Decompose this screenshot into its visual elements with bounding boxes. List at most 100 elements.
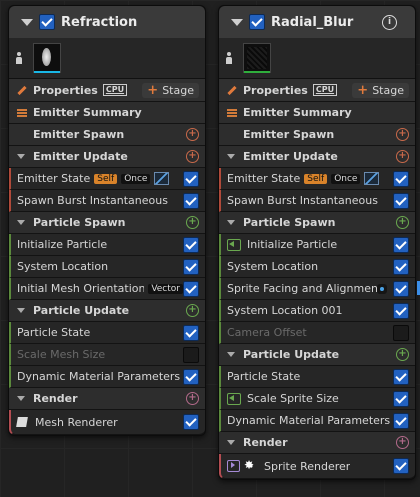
add-module-plus-icon[interactable]: + — [396, 348, 409, 361]
emitter-summary-row[interactable]: Emitter Summary — [219, 102, 415, 124]
module-enabled-checkbox[interactable] — [183, 258, 199, 275]
module-enabled-checkbox[interactable] — [393, 458, 409, 474]
module-scale-sprite-size[interactable]: Scale Sprite Size — [219, 388, 415, 410]
module-emitter-state[interactable]: Emitter State Self Once — [9, 168, 205, 190]
chevron-down-icon[interactable] — [227, 440, 235, 445]
add-stage-button[interactable]: + Stage — [142, 82, 199, 98]
add-module-plus-icon[interactable]: + — [186, 304, 199, 317]
module-enabled-checkbox[interactable] — [183, 414, 199, 430]
add-module-plus-icon[interactable]: + — [396, 128, 409, 141]
dot-icon[interactable] — [377, 283, 387, 294]
section-particle-update[interactable]: Particle Update + — [9, 300, 205, 322]
module-enabled-checkbox[interactable] — [393, 324, 409, 341]
emitter-enabled-checkbox[interactable] — [39, 14, 55, 30]
add-module-plus-icon[interactable]: + — [396, 150, 409, 163]
info-icon[interactable]: i — [382, 14, 397, 30]
module-initialize-particle[interactable]: Initialize Particle — [219, 234, 415, 256]
plus-icon: + — [357, 82, 369, 98]
module-enabled-checkbox[interactable] — [183, 280, 199, 297]
inherited-module-icon — [227, 392, 241, 405]
once-badge: Once — [121, 173, 151, 184]
chevron-down-icon[interactable] — [17, 308, 25, 313]
add-module-plus-icon[interactable]: + — [186, 150, 199, 163]
module-sprite-renderer[interactable]: Sprite Renderer — [219, 454, 415, 479]
section-render[interactable]: Render + — [219, 432, 415, 454]
module-enabled-checkbox[interactable] — [393, 412, 409, 429]
module-enabled-checkbox[interactable] — [393, 280, 409, 297]
module-dynamic-material-parameters[interactable]: Dynamic Material Parameters — [219, 410, 415, 432]
chevron-down-icon[interactable] — [227, 352, 235, 357]
chevron-down-icon[interactable] — [227, 154, 235, 159]
curve-icon — [154, 172, 170, 185]
emitter-node-refraction[interactable]: Refraction Properties CPU + Stage Emitter… — [8, 5, 206, 436]
module-enabled-checkbox[interactable] — [393, 258, 409, 275]
self-badge: Self — [94, 173, 118, 184]
emitter-thumbnail[interactable] — [33, 43, 61, 73]
module-system-location-001[interactable]: System Location 001 — [219, 300, 415, 322]
module-spawn-burst[interactable]: Spawn Burst Instantaneous — [9, 190, 205, 212]
module-enabled-checkbox[interactable] — [393, 192, 409, 209]
add-stage-button[interactable]: + Stage — [352, 82, 409, 98]
inherited-renderer-icon — [227, 460, 240, 472]
module-enabled-checkbox[interactable] — [183, 346, 199, 363]
module-enabled-checkbox[interactable] — [183, 368, 199, 385]
module-enabled-checkbox[interactable] — [183, 236, 199, 253]
module-initial-mesh-orientation[interactable]: Initial Mesh Orientation Vector — [9, 278, 205, 300]
section-emitter-spawn[interactable]: Emitter Spawn + — [219, 124, 415, 146]
emitter-enabled-checkbox[interactable] — [249, 14, 265, 30]
module-enabled-checkbox[interactable] — [393, 390, 409, 407]
module-enabled-checkbox[interactable] — [183, 170, 199, 187]
collapse-arrow-icon[interactable] — [21, 18, 33, 26]
emitter-thumbnail[interactable] — [243, 43, 271, 73]
chevron-down-icon[interactable] — [227, 220, 235, 225]
module-particle-state[interactable]: Particle State — [9, 322, 205, 344]
module-enabled-checkbox[interactable] — [393, 236, 409, 253]
module-system-location[interactable]: System Location — [9, 256, 205, 278]
chevron-down-icon[interactable] — [17, 154, 25, 159]
pin-icon[interactable] — [15, 52, 23, 64]
add-renderer-plus-icon[interactable]: + — [396, 436, 409, 449]
properties-row[interactable]: Properties CPU + Stage — [9, 79, 205, 102]
emitter-summary-row[interactable]: Emitter Summary — [9, 102, 205, 124]
add-module-plus-icon[interactable]: + — [186, 216, 199, 229]
section-particle-update[interactable]: Particle Update + — [219, 344, 415, 366]
module-mesh-renderer[interactable]: Mesh Renderer — [9, 410, 205, 435]
curve-icon — [364, 172, 380, 185]
collapse-arrow-icon[interactable] — [231, 18, 243, 26]
emitter-title: Radial_Blur — [271, 14, 354, 30]
module-scale-mesh-size[interactable]: Scale Mesh Size — [9, 344, 205, 366]
chevron-down-icon[interactable] — [17, 220, 25, 225]
module-emitter-state[interactable]: Emitter State Self Once — [219, 168, 415, 190]
section-render[interactable]: Render + — [9, 388, 205, 410]
section-emitter-spawn[interactable]: Emitter Spawn + — [9, 124, 205, 146]
module-enabled-checkbox[interactable] — [393, 302, 409, 319]
chevron-down-icon[interactable] — [17, 396, 25, 401]
list-icon — [227, 108, 237, 117]
section-emitter-update[interactable]: Emitter Update + — [9, 146, 205, 168]
module-system-location[interactable]: System Location — [219, 256, 415, 278]
emitter-titlebar[interactable]: Radial_Blur i — [219, 6, 415, 38]
vector-badge: Vector — [148, 283, 183, 294]
section-particle-spawn[interactable]: Particle Spawn + — [9, 212, 205, 234]
module-sprite-facing-alignment[interactable]: Sprite Facing and Alignment — [219, 278, 420, 300]
plus-icon: + — [147, 82, 159, 98]
module-enabled-checkbox[interactable] — [183, 192, 199, 209]
module-camera-offset[interactable]: Camera Offset — [219, 322, 415, 344]
section-emitter-update[interactable]: Emitter Update + — [219, 146, 415, 168]
properties-row[interactable]: Properties CPU + Stage — [219, 79, 415, 102]
module-enabled-checkbox[interactable] — [183, 324, 199, 341]
module-enabled-checkbox[interactable] — [393, 368, 409, 385]
add-module-plus-icon[interactable]: + — [396, 216, 409, 229]
inherited-module-icon — [227, 238, 241, 251]
module-dynamic-material-parameters[interactable]: Dynamic Material Parameters — [9, 366, 205, 388]
emitter-titlebar[interactable]: Refraction — [9, 6, 205, 38]
module-initialize-particle[interactable]: Initialize Particle — [9, 234, 205, 256]
section-particle-spawn[interactable]: Particle Spawn + — [219, 212, 415, 234]
emitter-node-radial-blur[interactable]: Radial_Blur i Properties CPU + Stage Emit… — [218, 5, 420, 480]
module-spawn-burst[interactable]: Spawn Burst Instantaneous — [219, 190, 415, 212]
module-enabled-checkbox[interactable] — [393, 170, 409, 187]
add-renderer-plus-icon[interactable]: + — [186, 392, 199, 405]
pin-icon[interactable] — [225, 52, 233, 64]
module-particle-state[interactable]: Particle State — [219, 366, 415, 388]
add-module-plus-icon[interactable]: + — [186, 128, 199, 141]
